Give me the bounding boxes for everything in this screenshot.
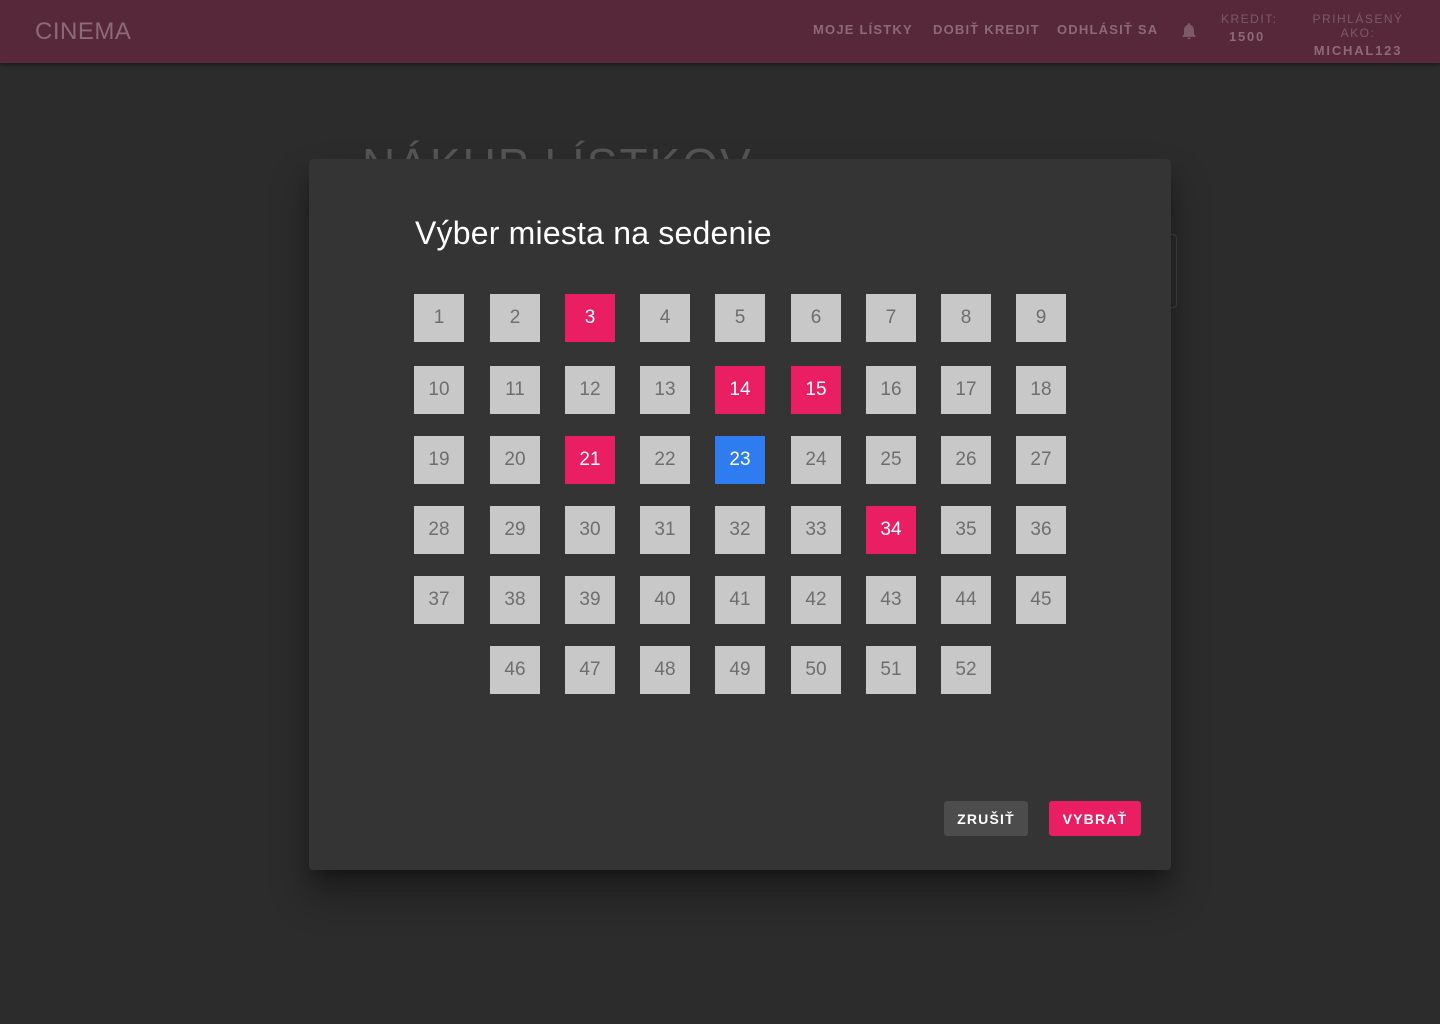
seat-22[interactable]: 22 xyxy=(640,436,690,484)
app-bar: CINEMA MOJE LÍSTKY DOBIŤ KREDIT ODHLÁSIŤ… xyxy=(0,0,1440,63)
seat-27[interactable]: 27 xyxy=(1016,436,1066,484)
seat-38[interactable]: 38 xyxy=(490,576,540,624)
nav-logout-button[interactable]: ODHLÁSIŤ SA xyxy=(1057,22,1158,37)
select-button[interactable]: VYBRAŤ xyxy=(1049,801,1141,836)
seat-13[interactable]: 13 xyxy=(640,366,690,414)
seat-23[interactable]: 23 xyxy=(715,436,765,484)
seat-32[interactable]: 32 xyxy=(715,506,765,554)
brand-logo[interactable]: CINEMA xyxy=(35,18,131,46)
seat-7[interactable]: 7 xyxy=(866,294,916,342)
user-info: PRIHLÁSENÝ AKO: MICHAL123 xyxy=(1294,12,1422,58)
seat-34[interactable]: 34 xyxy=(866,506,916,554)
seat-43[interactable]: 43 xyxy=(866,576,916,624)
seat-6[interactable]: 6 xyxy=(791,294,841,342)
seat-31[interactable]: 31 xyxy=(640,506,690,554)
seat-5[interactable]: 5 xyxy=(715,294,765,342)
seat-29[interactable]: 29 xyxy=(490,506,540,554)
seat-17[interactable]: 17 xyxy=(941,366,991,414)
credit-label: KREDIT: xyxy=(1221,12,1278,26)
seat-2[interactable]: 2 xyxy=(490,294,540,342)
seat-15[interactable]: 15 xyxy=(791,366,841,414)
seat-51[interactable]: 51 xyxy=(866,646,916,694)
seat-48[interactable]: 48 xyxy=(640,646,690,694)
seat-49[interactable]: 49 xyxy=(715,646,765,694)
seat-3[interactable]: 3 xyxy=(565,294,615,342)
seat-36[interactable]: 36 xyxy=(1016,506,1066,554)
seat-21[interactable]: 21 xyxy=(565,436,615,484)
seat-12[interactable]: 12 xyxy=(565,366,615,414)
credit-info: KREDIT: 1500 xyxy=(1221,12,1278,44)
seat-47[interactable]: 47 xyxy=(565,646,615,694)
seat-11[interactable]: 11 xyxy=(490,366,540,414)
seat-45[interactable]: 45 xyxy=(1016,576,1066,624)
user-value: MICHAL123 xyxy=(1313,43,1403,58)
seat-44[interactable]: 44 xyxy=(941,576,991,624)
seat-30[interactable]: 30 xyxy=(565,506,615,554)
seat-selection-dialog: Výber miesta na sedenie 1 2 3 4 5 6 7 8 9 10 11 12 1… xyxy=(309,159,1171,870)
seat-50[interactable]: 50 xyxy=(791,646,841,694)
seat-39[interactable]: 39 xyxy=(565,576,615,624)
seat-20[interactable]: 20 xyxy=(490,436,540,484)
nav-my-tickets-button[interactable]: MOJE LÍSTKY xyxy=(813,22,913,37)
seat-52[interactable]: 52 xyxy=(941,646,991,694)
bell-icon[interactable] xyxy=(1179,20,1199,42)
seat-18[interactable]: 18 xyxy=(1016,366,1066,414)
seat-8[interactable]: 8 xyxy=(941,294,991,342)
nav-top-up-credit-button[interactable]: DOBIŤ KREDIT xyxy=(933,22,1040,37)
seat-10[interactable]: 10 xyxy=(414,366,464,414)
seat-33[interactable]: 33 xyxy=(791,506,841,554)
seat-35[interactable]: 35 xyxy=(941,506,991,554)
seat-14[interactable]: 14 xyxy=(715,366,765,414)
seat-16[interactable]: 16 xyxy=(866,366,916,414)
seat-9[interactable]: 9 xyxy=(1016,294,1066,342)
seat-42[interactable]: 42 xyxy=(791,576,841,624)
dialog-title: Výber miesta na sedenie xyxy=(415,215,772,251)
seat-41[interactable]: 41 xyxy=(715,576,765,624)
credit-value: 1500 xyxy=(1228,29,1266,44)
seat-19[interactable]: 19 xyxy=(414,436,464,484)
seat-4[interactable]: 4 xyxy=(640,294,690,342)
cancel-button[interactable]: ZRUŠIŤ xyxy=(944,801,1028,836)
seat-40[interactable]: 40 xyxy=(640,576,690,624)
seat-26[interactable]: 26 xyxy=(941,436,991,484)
seat-24[interactable]: 24 xyxy=(791,436,841,484)
seat-37[interactable]: 37 xyxy=(414,576,464,624)
seat-25[interactable]: 25 xyxy=(866,436,916,484)
seat-1[interactable]: 1 xyxy=(414,294,464,342)
user-label: PRIHLÁSENÝ AKO: xyxy=(1312,12,1404,40)
seat-46[interactable]: 46 xyxy=(490,646,540,694)
seat-28[interactable]: 28 xyxy=(414,506,464,554)
